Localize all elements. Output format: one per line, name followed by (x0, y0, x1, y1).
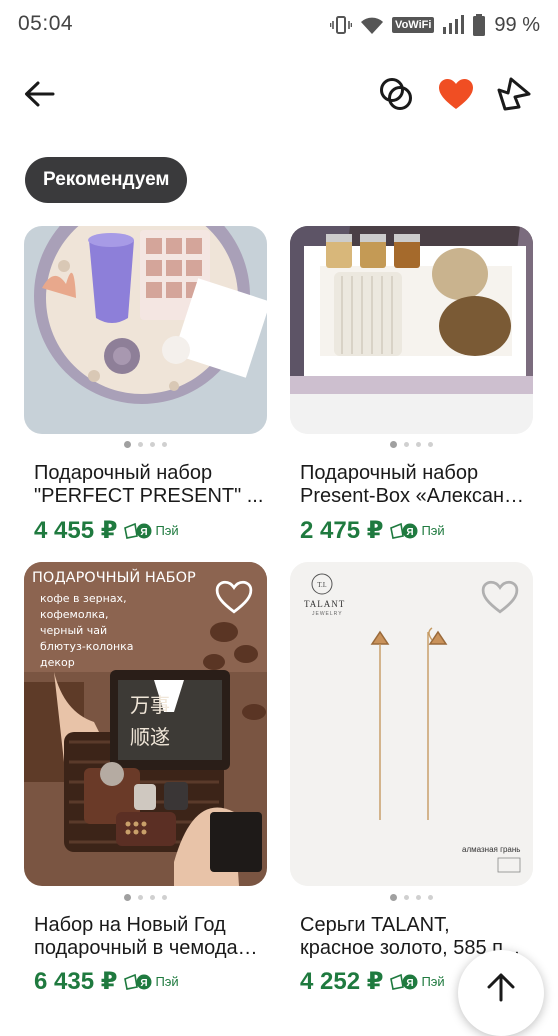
back-arrow-icon (25, 81, 55, 107)
product-price: 4 252 ₽ (300, 968, 384, 995)
svg-text:Я: Я (407, 978, 414, 989)
product-image[interactable] (24, 226, 267, 434)
svg-text:кофемолка,: кофемолка, (40, 608, 109, 621)
yandex-pay-icon: Я (390, 973, 418, 990)
svg-text:Я: Я (407, 527, 414, 538)
yandex-pay-icon: Я (390, 522, 418, 539)
image-pager (290, 441, 533, 448)
svg-text:Я: Я (141, 978, 148, 989)
product-title[interactable]: Подарочный набор Present-Box «Александр» (300, 462, 532, 508)
product-title[interactable]: Подарочный набор "PERFECT PRESENT" ... (34, 462, 266, 508)
product-price: 6 435 ₽ (34, 968, 118, 995)
share-button[interactable] (492, 72, 536, 116)
svg-text:блютуз-колонка: блютуз-колонка (40, 640, 134, 653)
heart-outline-icon[interactable] (481, 578, 519, 616)
battery-level: 99 % (494, 13, 540, 36)
recommend-pill[interactable]: Рекомендуем (25, 157, 188, 203)
svg-text:万事: 万事 (130, 693, 170, 717)
back-button[interactable] (17, 72, 61, 116)
price-row: 4 252 ₽ Я Пэй (300, 967, 445, 996)
heart-filled-icon (439, 79, 473, 109)
arrow-up-icon (487, 973, 515, 1002)
svg-text:Я: Я (141, 527, 148, 538)
svg-text:顺遂: 顺遂 (130, 725, 170, 749)
price-row: 2 475 ₽ Я Пэй (300, 516, 445, 545)
svg-text:JEWELRY: JEWELRY (312, 611, 343, 617)
status-time: 05:04 (18, 12, 74, 35)
svg-text:декор: декор (40, 656, 75, 669)
vibrate-icon (330, 16, 353, 34)
status-bar: 05:04 VoWiFi 99 % (0, 0, 558, 52)
product-title[interactable]: Набор на Новый Год подарочный в чемоданч… (34, 914, 266, 960)
svg-text:алмазная грань: алмазная грань (462, 845, 520, 854)
price-row: 4 455 ₽ Я Пэй (34, 516, 179, 545)
product-image[interactable] (290, 226, 533, 434)
product-image[interactable]: T.I. TALANT JEWELRY алмазная грань (290, 562, 533, 886)
compare-icon (380, 78, 412, 110)
heart-outline-icon[interactable] (215, 578, 253, 616)
yandex-pay-icon: Я (124, 522, 152, 539)
svg-text:кофе в зернах,: кофе в зернах, (40, 592, 127, 605)
product-photo (24, 226, 267, 434)
image-pager (24, 441, 267, 448)
yandex-pay-badge: Я Пэй (389, 973, 445, 991)
battery-icon (473, 14, 486, 36)
status-icons: VoWiFi 99 % (330, 12, 540, 38)
compare-button[interactable] (374, 72, 418, 116)
yandex-pay-badge: Я Пэй (123, 973, 179, 991)
product-price: 2 475 ₽ (300, 517, 384, 544)
svg-text:T.I.: T.I. (317, 581, 327, 589)
price-row: 6 435 ₽ Я Пэй (34, 967, 179, 996)
image-pager (24, 894, 267, 901)
yandex-pay-badge: Я Пэй (389, 522, 445, 540)
toolbar (0, 62, 558, 126)
vowifi-badge: VoWiFi (392, 17, 435, 33)
product-photo (290, 226, 533, 434)
scroll-to-top-button[interactable] (458, 950, 544, 1036)
svg-text:ПОДАРОЧНЫЙ НАБОР: ПОДАРОЧНЫЙ НАБОР (32, 568, 196, 586)
svg-text:черный чай: черный чай (40, 624, 107, 637)
product-price: 4 455 ₽ (34, 517, 118, 544)
favorite-button[interactable] (434, 72, 478, 116)
wifi-icon (361, 17, 384, 34)
image-pager (290, 894, 533, 901)
yandex-pay-badge: Я Пэй (123, 522, 179, 540)
yandex-pay-icon: Я (124, 973, 152, 990)
share-icon (497, 77, 531, 111)
svg-text:TALANT: TALANT (304, 599, 345, 609)
product-image[interactable]: 万事 顺遂 ПОДАРОЧНЫЙ НАБОР кофе в зернах, ко… (24, 562, 267, 886)
signal-icon (443, 15, 465, 34)
